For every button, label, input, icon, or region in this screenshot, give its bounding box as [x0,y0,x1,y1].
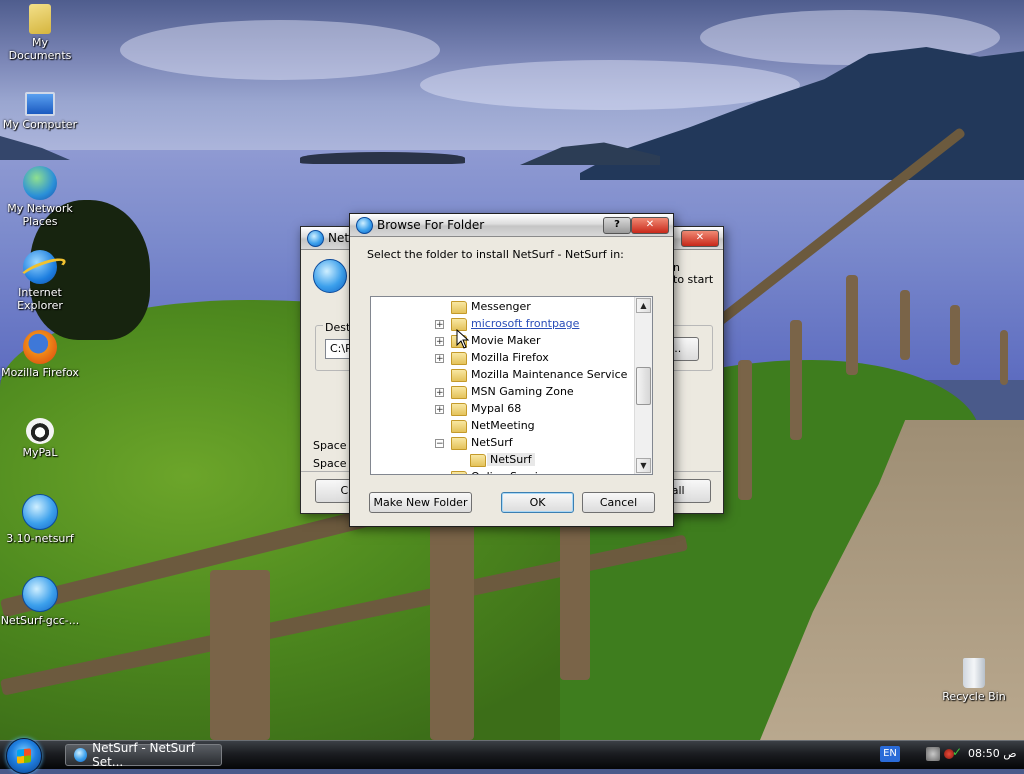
folder-tree[interactable]: Messenger + microsoft frontpage + Movie Make… [370,296,653,475]
tree-item[interactable]: + Movie Maker [371,333,636,350]
netsurf-globe-icon [356,216,373,234]
folder-icon [451,386,467,399]
cancel-button[interactable]: Cancel [582,492,655,513]
scroll-thumb[interactable] [636,367,651,405]
desktop-icon-my-network-places[interactable]: My Network Places [0,166,80,228]
desktop-icon-label: MyPaL [22,446,58,459]
folder-icon [451,352,467,365]
desktop-icon-label: My Documents [8,36,72,62]
dialog-close-button[interactable]: ✕ [631,217,669,234]
scroll-down-arrow-icon[interactable]: ▼ [636,458,651,473]
desktop-icon-netsurf-gcc[interactable]: NetSurf-gcc-... [0,576,80,627]
ok-button[interactable]: OK [501,492,574,513]
mouse-cursor-icon [456,329,470,349]
documents-folder-icon [29,4,51,34]
desktop-icon-label: 3.10-netsurf [6,532,74,545]
tree-item-label: Mozilla Firefox [471,351,549,364]
desktop-icon-label: My Computer [2,118,78,131]
tree-item[interactable]: NetSurf [371,452,636,469]
netsurf-globe-icon [22,494,58,530]
taskbar: NetSurf - NetSurf Set... EN ✓ 08:50 ص [0,738,1024,774]
folder-icon [451,403,467,416]
tree-item-label: MSN Gaming Zone [471,385,574,398]
desktop-icon-mozilla-firefox[interactable]: Mozilla Firefox [0,330,80,379]
folder-icon [451,301,467,314]
tree-item-label: Mypal 68 [471,402,522,415]
browse-folder-dialog[interactable]: Browse For Folder ? ✕ Select the folder … [349,213,674,527]
tree-item-label: microsoft frontpage [471,317,580,330]
installer-header-text-2: to start [673,273,714,286]
desktop-icon-label: NetSurf-gcc-... [0,614,80,627]
dialog-titlebar[interactable]: Browse For Folder ? ✕ [350,214,673,237]
tree-item-label: Online Services [471,470,556,474]
firefox-icon [23,330,57,364]
taskbar-netsurf-setup-button[interactable]: NetSurf - NetSurf Set... [65,741,222,769]
folder-icon [451,471,467,474]
expand-icon[interactable]: + [435,320,444,330]
internet-explorer-icon [23,250,57,284]
help-button[interactable]: ? [603,217,631,234]
start-button[interactable] [6,738,42,774]
desktop-icon-label: Mozilla Firefox [1,366,79,379]
tree-item-label: Messenger [471,300,531,313]
desktop-icon-3-10-netsurf[interactable]: 3.10-netsurf [0,494,80,545]
tree-item[interactable]: + Mypal 68 [371,401,636,418]
desktop-icon-my-documents[interactable]: My Documents [0,4,80,62]
recycle-bin-icon [963,658,985,688]
desktop-icon-my-computer[interactable]: My Computer [0,86,80,131]
scroll-up-arrow-icon[interactable]: ▲ [636,298,651,313]
expand-icon[interactable]: + [435,388,444,398]
make-new-folder-button[interactable]: Make New Folder [369,492,472,513]
folder-icon [451,369,467,382]
installer-close-button[interactable]: ✕ [681,230,719,247]
tree-item[interactable]: NetMeeting [371,418,636,435]
tree-item-label: NetSurf [471,436,513,449]
language-indicator[interactable]: EN [880,746,900,762]
tree-item[interactable]: Online Services [371,469,636,474]
tree-item[interactable]: Messenger [371,299,636,316]
collapse-icon[interactable]: − [435,439,444,449]
desktop-icon-label: Recycle Bin [942,690,1006,703]
netsurf-globe-icon [22,576,58,612]
mypal-icon [26,418,54,444]
expand-icon[interactable]: + [435,337,444,347]
expand-icon[interactable]: + [435,405,444,415]
dialog-title: Browse For Folder [377,218,485,232]
netsurf-logo-icon [313,259,347,293]
folder-icon [451,437,467,450]
tree-item-label: NetMeeting [471,419,535,432]
expand-icon[interactable]: + [435,354,444,364]
tree-item[interactable]: + Mozilla Firefox [371,350,636,367]
desktop-icon-recycle-bin[interactable]: Recycle Bin [934,658,1014,703]
desktop-icon-label: Internet Explorer [17,286,63,312]
tree-item[interactable]: + microsoft frontpage [371,316,636,333]
tree-item[interactable]: + MSN Gaming Zone [371,384,636,401]
clock[interactable]: 08:50 ص [968,747,1017,760]
tree-item-label: Movie Maker [471,334,541,347]
dialog-instruction: Select the folder to install NetSurf - N… [367,248,624,261]
network-icon [23,166,57,200]
netsurf-globe-icon [74,748,88,762]
computer-icon [25,92,55,116]
tree-item[interactable]: Mozilla Maintenance Service [371,367,636,384]
folder-icon [451,420,467,433]
desktop-icon-internet-explorer[interactable]: Internet Explorer [0,250,80,312]
check-tray-icon[interactable]: ✓ [952,745,966,759]
network-tray-icon[interactable] [926,747,940,761]
desktop-icon-mypal[interactable]: MyPaL [0,412,80,459]
tree-item-label: Mozilla Maintenance Service [471,368,628,381]
tree-item[interactable]: − NetSurf [371,435,636,452]
desktop-icon-label: My Network Places [7,202,73,228]
tree-item-label: NetSurf [487,453,535,466]
folder-icon [470,454,486,467]
tree-scrollbar[interactable]: ▲ ▼ [634,297,652,474]
netsurf-globe-icon [307,229,324,247]
taskbar-button-label: NetSurf - NetSurf Set... [92,741,195,769]
